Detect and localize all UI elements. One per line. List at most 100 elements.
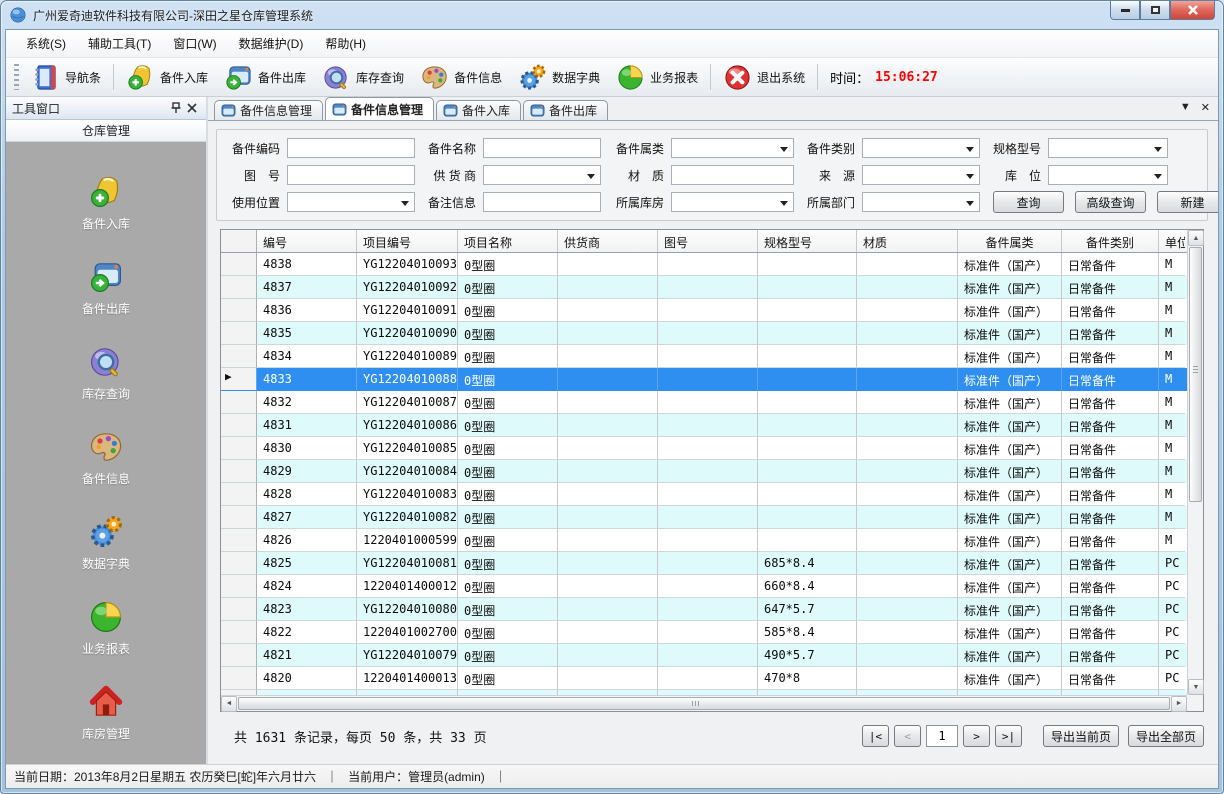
row-selector[interactable] bbox=[221, 322, 257, 345]
query-button[interactable]: 查询 bbox=[993, 191, 1064, 213]
vertical-scroll-thumb[interactable] bbox=[1189, 247, 1202, 502]
row-selector[interactable] bbox=[221, 529, 257, 552]
maximize-button[interactable] bbox=[1140, 1, 1170, 20]
table-row[interactable]: 4823 YG12204010080 0型圈 647*5.7 标准件（国产） 日… bbox=[221, 598, 1187, 621]
table-row[interactable]: 4829 YG12204010084 0型圈 标准件（国产） 日常备件 bbox=[221, 460, 1187, 483]
sidebar-item-stock-query[interactable]: 库存查询 bbox=[82, 344, 130, 402]
toolbar-data-dictionary[interactable]: 数据字典 bbox=[510, 60, 608, 95]
department-select[interactable] bbox=[862, 192, 980, 212]
row-selector[interactable] bbox=[221, 621, 257, 644]
close-button[interactable] bbox=[1170, 1, 1215, 20]
name-input[interactable] bbox=[483, 138, 601, 158]
row-selector[interactable] bbox=[221, 598, 257, 621]
scroll-down-icon[interactable]: ▼ bbox=[1188, 679, 1204, 695]
table-row[interactable]: 4830 YG12204010085 0型圈 标准件（国产） 日常备件 bbox=[221, 437, 1187, 460]
advanced-query-button[interactable]: 高级查询 bbox=[1075, 191, 1146, 213]
use-position-select[interactable] bbox=[287, 192, 415, 212]
header-spec[interactable]: 规格型号 bbox=[758, 230, 857, 252]
menu-help[interactable]: 帮助(H) bbox=[315, 31, 376, 56]
tab-parts-inbound[interactable]: 备件入库 bbox=[436, 100, 521, 120]
row-selector[interactable] bbox=[221, 552, 257, 575]
class-select[interactable] bbox=[862, 138, 980, 158]
table-row[interactable]: 4836 YG12204010091 0型圈 标准件（国产） 日常备件 bbox=[221, 299, 1187, 322]
menu-system[interactable]: 系统(S) bbox=[16, 31, 76, 56]
sidebar-close-icon[interactable] bbox=[184, 101, 200, 115]
header-unit[interactable]: 单位 bbox=[1159, 230, 1185, 252]
table-row[interactable]: 4820 1220401400013 0型圈 470*8 标准件（国产） 日常备… bbox=[221, 667, 1187, 690]
table-row[interactable]: 4825 YG12204010081 0型圈 685*8.4 标准件（国产） 日… bbox=[221, 552, 1187, 575]
row-selector[interactable] bbox=[221, 253, 257, 276]
location-select[interactable] bbox=[1048, 165, 1168, 185]
header-project-name[interactable]: 项目名称 bbox=[458, 230, 558, 252]
header-supplier[interactable]: 供货商 bbox=[558, 230, 658, 252]
toolbar-business-report[interactable]: 业务报表 bbox=[608, 60, 706, 95]
row-selector[interactable] bbox=[221, 345, 257, 368]
toolbar-exit-system[interactable]: 退出系统 bbox=[715, 60, 813, 95]
sidebar-item-business-report[interactable]: 业务报表 bbox=[82, 599, 130, 657]
toolbar-nav-bar[interactable]: 导航条 bbox=[23, 60, 109, 95]
sidebar-item-data-dictionary[interactable]: 数据字典 bbox=[82, 514, 130, 572]
chevron-down-icon[interactable]: ▼ bbox=[1180, 101, 1191, 114]
table-row[interactable]: 4828 YG12204010083 0型圈 标准件（国产） 日常备件 bbox=[221, 483, 1187, 506]
header-category[interactable]: 备件属类 bbox=[958, 230, 1062, 252]
last-page-button[interactable]: >| bbox=[995, 725, 1022, 747]
new-button[interactable]: 新建 bbox=[1157, 191, 1219, 213]
pin-icon[interactable] bbox=[168, 101, 184, 115]
table-row[interactable]: 4835 YG12204010090 0型圈 标准件（国产） 日常备件 bbox=[221, 322, 1187, 345]
table-row[interactable]: 4832 YG12204010087 0型圈 标准件（国产） 日常备件 bbox=[221, 391, 1187, 414]
sidebar-section-warehouse[interactable]: 仓库管理 bbox=[6, 120, 206, 142]
sidebar-item-parts-outbound[interactable]: 备件出库 bbox=[82, 259, 130, 317]
row-selector[interactable] bbox=[221, 437, 257, 460]
table-row[interactable]: 4822 1220401002700 0型圈 585*8.4 标准件（国产） 日… bbox=[221, 621, 1187, 644]
tab-parts-outbound[interactable]: 备件出库 bbox=[523, 100, 608, 120]
current-page-input[interactable]: 1 bbox=[926, 725, 958, 747]
sidebar-item-parts-inbound[interactable]: 备件入库 bbox=[82, 174, 130, 232]
first-page-button[interactable]: |< bbox=[862, 725, 889, 747]
table-row[interactable]: 4838 YG12204010093 0型圈 标准件（国产） 日常备件 bbox=[221, 253, 1187, 276]
drawing-input[interactable] bbox=[287, 165, 415, 185]
menu-aux-tools[interactable]: 辅助工具(T) bbox=[78, 31, 161, 56]
table-row[interactable]: 4824 1220401400012 0型圈 660*8.4 标准件（国产） 日… bbox=[221, 575, 1187, 598]
material-input[interactable] bbox=[671, 165, 794, 185]
tab-parts-info-management-2[interactable]: 备件信息管理 bbox=[325, 97, 434, 120]
remark-input[interactable] bbox=[483, 192, 601, 212]
toolbar-stock-query[interactable]: 库存查询 bbox=[314, 60, 412, 95]
scroll-left-icon[interactable]: ◄ bbox=[221, 696, 237, 712]
next-page-button[interactable]: > bbox=[963, 725, 990, 747]
code-input[interactable] bbox=[287, 138, 415, 158]
source-select[interactable] bbox=[862, 165, 980, 185]
horizontal-scrollbar[interactable]: ◄ ► bbox=[221, 695, 1187, 711]
row-selector[interactable] bbox=[221, 391, 257, 414]
row-selector[interactable] bbox=[221, 575, 257, 598]
row-selector[interactable]: ▶ bbox=[221, 368, 257, 391]
horizontal-scroll-thumb[interactable] bbox=[238, 697, 1170, 710]
header-project-code[interactable]: 项目编号 bbox=[357, 230, 458, 252]
table-row[interactable]: 4837 YG12204010092 0型圈 标准件（国产） 日常备件 bbox=[221, 276, 1187, 299]
table-row[interactable]: ▶ 4833 YG12204010088 0型圈 标准件（国产） 日 bbox=[221, 368, 1187, 391]
scroll-right-icon[interactable]: ► bbox=[1171, 696, 1187, 712]
export-current-page-button[interactable]: 导出当前页 bbox=[1043, 725, 1119, 747]
menu-data-maintenance[interactable]: 数据维护(D) bbox=[229, 31, 314, 56]
toolbar-parts-outbound[interactable]: 备件出库 bbox=[216, 60, 314, 95]
header-drawing[interactable]: 图号 bbox=[658, 230, 758, 252]
row-selector[interactable] bbox=[221, 667, 257, 690]
toolbar-grip[interactable] bbox=[14, 64, 19, 90]
vertical-scrollbar[interactable]: ▲ ▼ bbox=[1187, 230, 1203, 695]
table-row[interactable]: 4826 1220401000599 0型圈 标准件（国产） 日常备件 bbox=[221, 529, 1187, 552]
row-selector[interactable] bbox=[221, 414, 257, 437]
table-row[interactable]: 4834 YG12204010089 0型圈 标准件（国产） 日常备件 bbox=[221, 345, 1187, 368]
toolbar-parts-info[interactable]: 备件信息 bbox=[412, 60, 510, 95]
row-selector[interactable] bbox=[221, 483, 257, 506]
row-selector[interactable] bbox=[221, 644, 257, 667]
sidebar-item-parts-info[interactable]: 备件信息 bbox=[82, 429, 130, 487]
category-select[interactable] bbox=[671, 138, 794, 158]
menu-window[interactable]: 窗口(W) bbox=[163, 31, 226, 56]
spec-select[interactable] bbox=[1048, 138, 1168, 158]
header-class[interactable]: 备件类别 bbox=[1062, 230, 1159, 252]
table-row[interactable]: 4831 YG12204010086 0型圈 标准件（国产） 日常备件 bbox=[221, 414, 1187, 437]
scroll-up-icon[interactable]: ▲ bbox=[1188, 230, 1204, 246]
row-selector[interactable] bbox=[221, 506, 257, 529]
tab-close-icon[interactable]: ✕ bbox=[1201, 101, 1210, 114]
tab-parts-info-management-1[interactable]: 备件信息管理 bbox=[214, 100, 323, 120]
export-all-pages-button[interactable]: 导出全部页 bbox=[1128, 725, 1204, 747]
